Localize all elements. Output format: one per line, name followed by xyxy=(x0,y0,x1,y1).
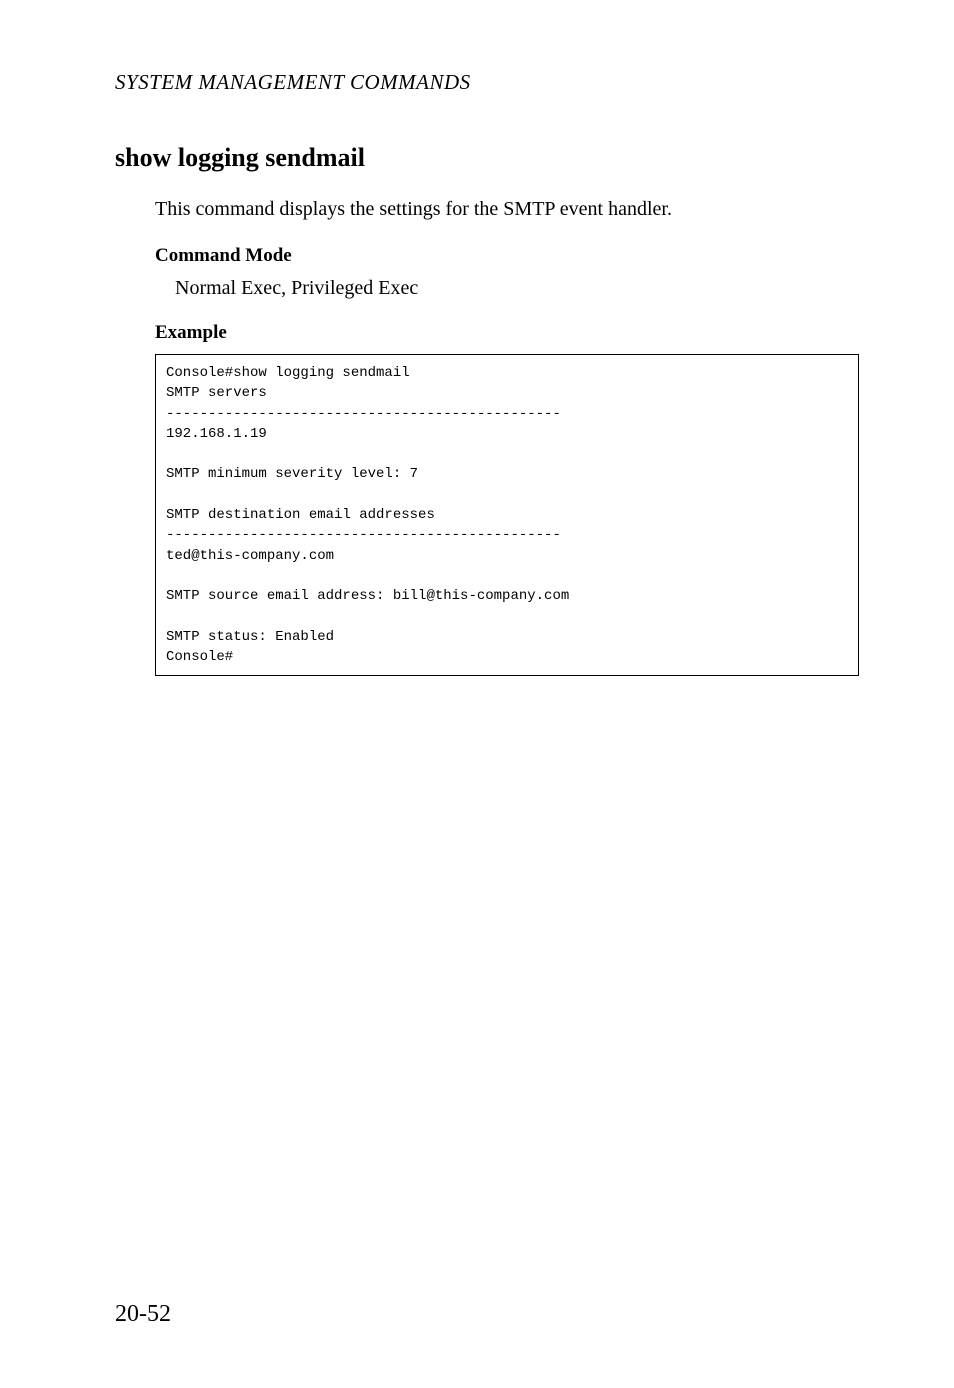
command-mode-label: Command Mode xyxy=(155,245,859,267)
section-title: show logging sendmail xyxy=(115,143,859,173)
command-mode-label-text: Command Mode xyxy=(155,245,292,266)
page-number-text: 20-52 xyxy=(115,1301,171,1327)
code-content: Console#show logging sendmail SMTP serve… xyxy=(166,365,569,665)
running-header: SYSTEM MANAGEMENT COMMANDS xyxy=(115,70,859,95)
example-label: Example xyxy=(155,322,859,344)
section-title-text: show logging sendmail xyxy=(115,143,365,172)
description-text: This command displays the settings for t… xyxy=(155,198,672,220)
command-mode-text: Normal Exec, Privileged Exec xyxy=(175,277,418,299)
command-mode-value: Normal Exec, Privileged Exec xyxy=(175,277,859,300)
running-title-text: SYSTEM MANAGEMENT COMMANDS xyxy=(115,70,471,94)
section-description: This command displays the settings for t… xyxy=(155,195,859,223)
code-block: Console#show logging sendmail SMTP serve… xyxy=(155,354,859,676)
page-number: 20-52 xyxy=(115,1301,171,1328)
example-label-text: Example xyxy=(155,322,227,343)
